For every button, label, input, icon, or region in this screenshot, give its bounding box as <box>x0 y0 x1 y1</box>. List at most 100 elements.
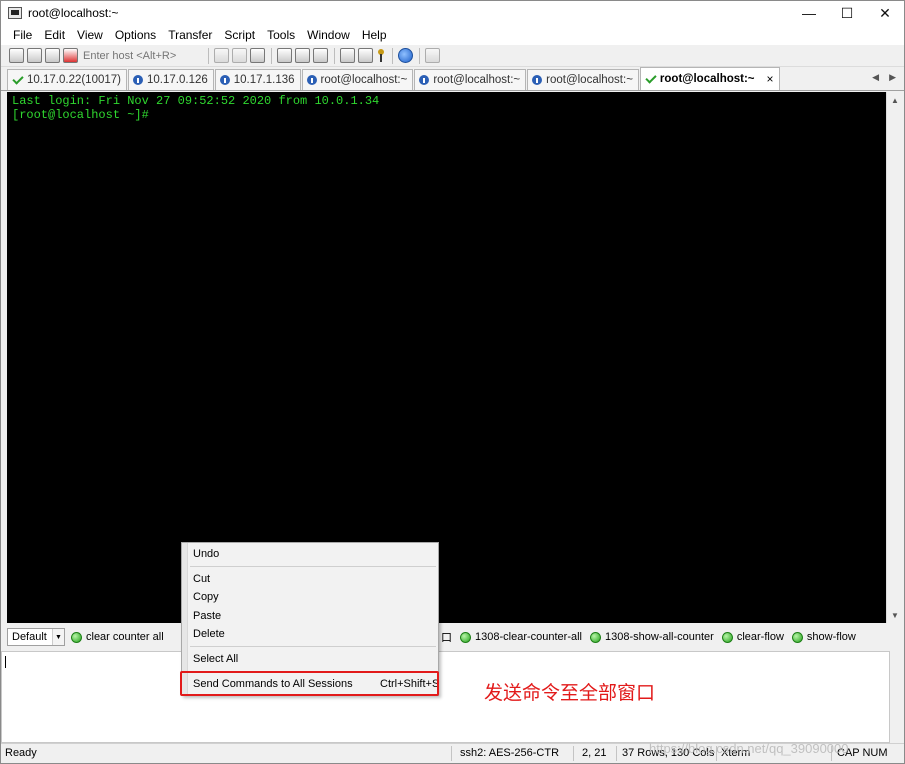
tab-label: root@localhost:~ <box>546 74 633 86</box>
status-divider <box>573 746 574 761</box>
tab-session-7-active[interactable]: root@localhost:~ × <box>639 67 780 90</box>
menu-bar: File Edit View Options Transfer Script T… <box>1 25 904 45</box>
global-options-icon[interactable] <box>358 48 373 63</box>
button-bar: Default ▼ clear counter all 口 1308-clear… <box>1 625 904 649</box>
info-icon <box>133 75 143 85</box>
menu-tools[interactable]: Tools <box>261 28 301 42</box>
menu-item-select-all[interactable]: Select All <box>193 650 238 668</box>
session-tabs: 10.17.0.22(10017) 10.17.0.126 10.17.1.13… <box>1 67 904 91</box>
reconnect-icon[interactable] <box>45 48 60 63</box>
menu-item-paste[interactable]: Paste <box>193 607 221 625</box>
menu-transfer[interactable]: Transfer <box>162 28 218 42</box>
key-icon[interactable] <box>376 48 386 63</box>
toolbar-divider <box>392 47 393 64</box>
map-keys-icon[interactable] <box>425 48 440 63</box>
tab-session-2[interactable]: 10.17.0.126 <box>128 69 214 90</box>
button-clear-counter-all[interactable]: clear counter all <box>71 631 164 643</box>
toolbar <box>1 45 904 67</box>
menu-file[interactable]: File <box>7 28 38 42</box>
toolbar-divider <box>208 47 209 64</box>
green-dot-icon <box>791 631 803 643</box>
status-cipher: ssh2: AES-256-CTR <box>460 747 560 759</box>
toolbar-divider <box>334 47 335 64</box>
terminal-screen[interactable]: Last login: Fri Nov 27 09:52:52 2020 fro… <box>7 92 886 623</box>
menu-script[interactable]: Script <box>218 28 261 42</box>
print-icon[interactable] <box>277 48 292 63</box>
info-icon <box>532 75 543 85</box>
status-cursor-position: 2, 21 <box>582 747 607 759</box>
green-dot-icon <box>71 631 82 643</box>
button-label: clear-flow <box>736 631 784 643</box>
close-button[interactable]: ✕ <box>866 1 904 25</box>
toolbar-divider <box>419 47 420 64</box>
watermark-text: https://blog.csdn.net/qq_39090000 <box>649 741 849 756</box>
paste-icon[interactable] <box>232 48 247 63</box>
tab-session-4[interactable]: root@localhost:~ <box>301 69 414 90</box>
button-bar-select[interactable]: Default ▼ <box>7 628 65 646</box>
green-dot-icon <box>721 631 733 643</box>
printer-icon[interactable] <box>313 48 328 63</box>
tab-session-1[interactable]: 10.17.0.22(10017) <box>7 69 127 90</box>
print-selection-icon[interactable] <box>295 48 310 63</box>
menu-divider <box>190 646 436 647</box>
status-divider <box>616 746 617 761</box>
tab-session-3[interactable]: 10.17.1.136 <box>214 69 301 90</box>
menu-options[interactable]: Options <box>109 28 162 42</box>
menu-view[interactable]: View <box>71 28 109 42</box>
command-window-scrollbar[interactable] <box>890 651 904 743</box>
copy-icon[interactable] <box>214 48 229 63</box>
menu-window[interactable]: Window <box>301 28 356 42</box>
terminal-line: Last login: Fri Nov 27 09:52:52 2020 fro… <box>12 94 380 108</box>
button-1308-clear-counter-all[interactable]: 1308-clear-counter-all <box>460 631 582 643</box>
menu-edit[interactable]: Edit <box>38 28 71 42</box>
info-icon <box>306 75 317 85</box>
menu-item-copy[interactable]: Copy <box>193 588 219 606</box>
info-icon <box>419 75 430 85</box>
button-1308-show-all-counter[interactable]: 1308-show-all-counter <box>590 631 714 643</box>
title-bar: root@localhost:~ — ☐ ✕ <box>1 1 904 25</box>
button-bar-right: 口 1308-clear-counter-all 1308-show-all-c… <box>441 625 864 649</box>
scroll-down-icon[interactable]: ▼ <box>887 607 903 623</box>
tab-close-icon[interactable]: × <box>767 72 774 86</box>
menu-item-delete[interactable]: Delete <box>193 625 225 643</box>
quick-connect-icon[interactable] <box>27 48 42 63</box>
menu-divider <box>190 566 436 567</box>
tab-session-5[interactable]: root@localhost:~ <box>414 69 527 90</box>
window-title: root@localhost:~ <box>28 6 119 20</box>
find-icon[interactable] <box>250 48 265 63</box>
green-dot-icon <box>460 631 471 643</box>
command-window[interactable] <box>1 651 890 743</box>
tab-session-6[interactable]: root@localhost:~ <box>527 69 639 90</box>
check-icon <box>645 71 657 84</box>
menu-item-undo[interactable]: Undo <box>193 545 219 563</box>
terminal-app-icon <box>8 7 22 19</box>
session-options-icon[interactable] <box>340 48 355 63</box>
terminal-prompt: [root@localhost ~]# <box>12 108 149 122</box>
check-icon <box>12 72 24 85</box>
terminal-scrollbar[interactable]: ▲ ▼ <box>886 92 902 623</box>
select-value: Default <box>12 631 47 643</box>
text-caret <box>5 656 6 668</box>
menu-help[interactable]: Help <box>356 28 393 42</box>
button-label: clear counter all <box>86 631 164 643</box>
tab-scroll-left-icon[interactable]: ◀ <box>872 72 879 83</box>
toolbar-divider <box>271 47 272 64</box>
menu-item-cut[interactable]: Cut <box>193 570 210 588</box>
info-icon <box>219 75 230 85</box>
green-dot-icon <box>590 631 601 643</box>
minimize-button[interactable]: — <box>790 1 828 25</box>
tab-scroll-right-icon[interactable]: ▶ <box>889 72 896 83</box>
button-clear-flow[interactable]: clear-flow <box>721 631 784 643</box>
securecrt-window: root@localhost:~ — ☐ ✕ File Edit View Op… <box>0 0 905 764</box>
chevron-down-icon: ▼ <box>52 629 64 645</box>
maximize-button[interactable]: ☐ <box>828 1 866 25</box>
scroll-up-icon[interactable]: ▲ <box>887 92 903 108</box>
host-input[interactable] <box>81 47 201 64</box>
help-icon[interactable] <box>398 48 413 63</box>
button-label: 1308-clear-counter-all <box>475 631 582 643</box>
status-ready: Ready <box>5 747 37 759</box>
connect-icon[interactable] <box>9 48 24 63</box>
button-show-flow[interactable]: show-flow <box>791 631 856 643</box>
disconnect-icon[interactable] <box>63 48 78 63</box>
truncated-button-label[interactable]: 口 <box>441 629 452 645</box>
